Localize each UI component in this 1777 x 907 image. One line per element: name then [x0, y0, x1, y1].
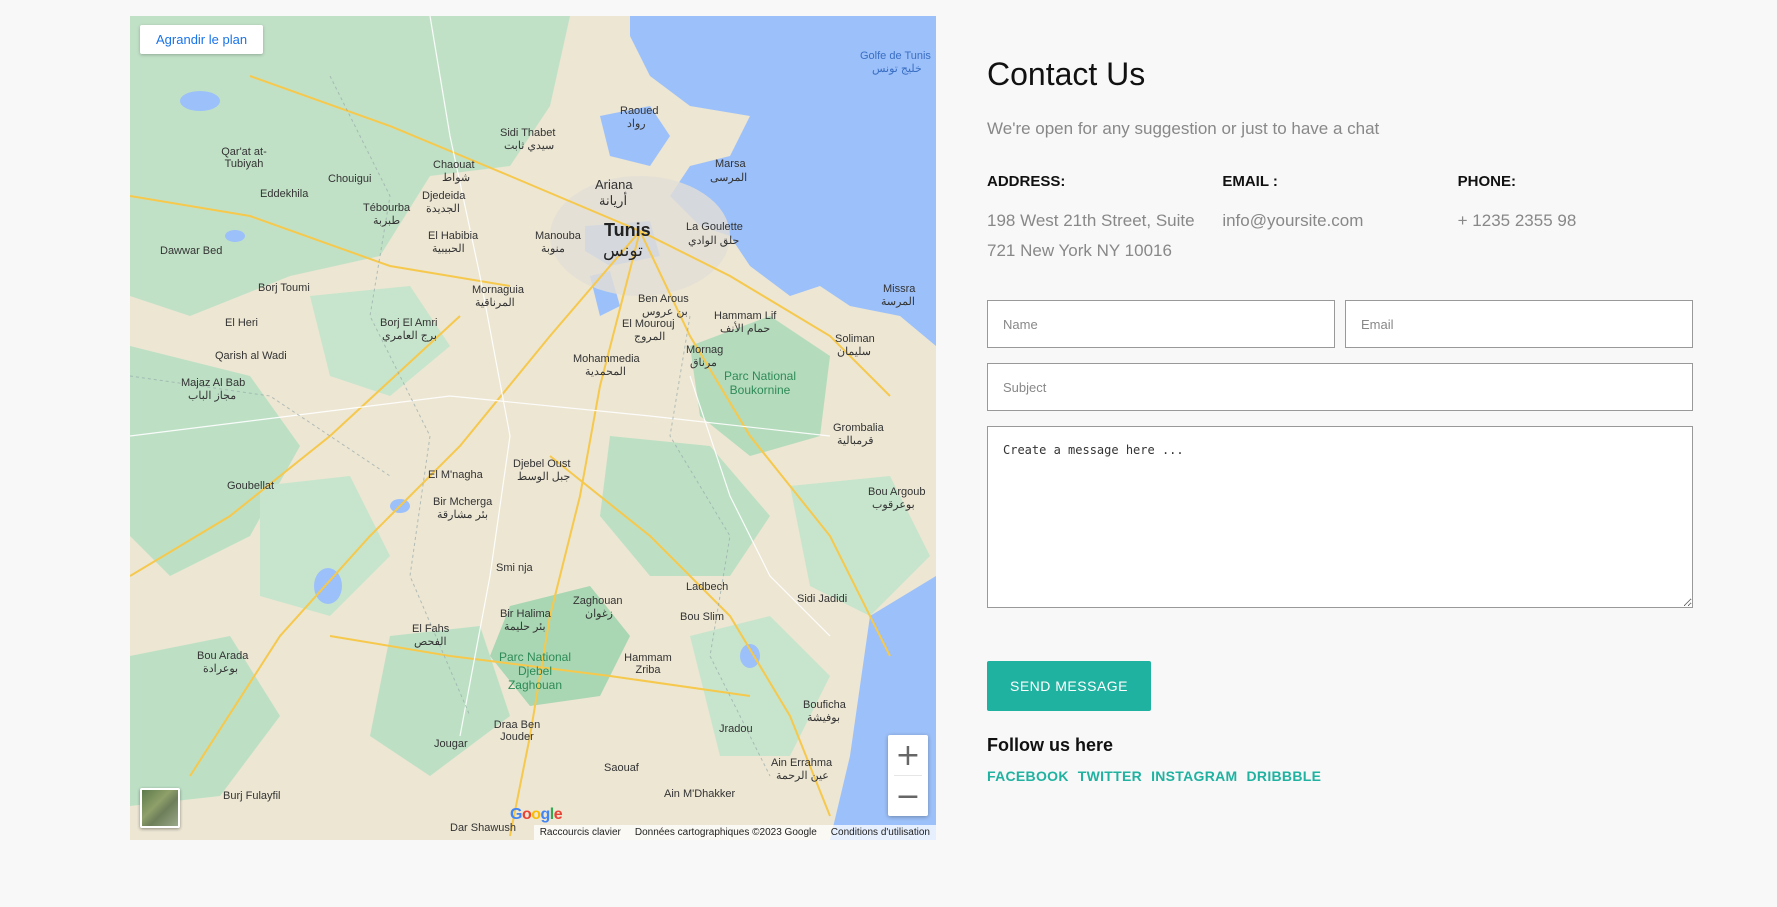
facebook-link[interactable]: FACEBOOK — [987, 768, 1069, 784]
page-title: Contact Us — [987, 56, 1146, 92]
email-value: info@yoursite.com — [1222, 211, 1364, 230]
subject-input[interactable] — [987, 363, 1693, 411]
zoom-control[interactable]: + − — [888, 735, 928, 816]
dribbble-link[interactable]: DRIBBBLE — [1247, 768, 1322, 784]
address-value: 198 West 21th Street, Suite 721 New York… — [987, 211, 1195, 260]
keyboard-shortcuts-link[interactable]: Raccourcis clavier — [540, 827, 621, 838]
email-input[interactable] — [1345, 300, 1693, 348]
page-subtitle: We're open for any suggestion or just to… — [987, 119, 1380, 138]
contact-section: Contact Us We're open for any suggestion… — [987, 56, 1693, 784]
enlarge-map-button[interactable]: Agrandir le plan — [140, 25, 264, 54]
name-input[interactable] — [987, 300, 1335, 348]
email-block: EMAIL : info@yoursite.com — [1222, 173, 1457, 266]
email-label: EMAIL : — [1222, 173, 1278, 190]
map-attribution: Raccourcis clavier Données cartographiqu… — [533, 825, 936, 840]
address-label: ADDRESS: — [987, 173, 1066, 190]
message-textarea[interactable] — [987, 426, 1693, 608]
satellite-toggle[interactable] — [140, 788, 180, 828]
terms-link[interactable]: Conditions d'utilisation — [831, 827, 930, 838]
address-block: ADDRESS: 198 West 21th Street, Suite 721… — [987, 173, 1222, 266]
twitter-link[interactable]: TWITTER — [1078, 768, 1142, 784]
name-email-row — [987, 266, 1693, 348]
embedded-map[interactable]: Tunis تونس Ariana أريانة Raoued رواد Mar… — [130, 16, 936, 840]
zoom-in-button[interactable]: + — [888, 735, 928, 775]
contact-info: ADDRESS: 198 West 21th Street, Suite 721… — [987, 173, 1693, 266]
map-data-text: Données cartographiques ©2023 Google — [634, 827, 817, 838]
map-canvas[interactable] — [130, 16, 936, 840]
send-message-button[interactable]: SEND MESSAGE — [987, 661, 1151, 711]
follow-heading: Follow us here — [987, 735, 1114, 755]
zoom-out-button[interactable]: − — [888, 776, 928, 816]
phone-block: PHONE: + 1235 2355 98 — [1458, 173, 1693, 266]
phone-label: PHONE: — [1457, 173, 1516, 190]
social-links: FACEBOOK TWITTER INSTAGRAM DRIBBBLE — [987, 768, 1693, 784]
instagram-link[interactable]: INSTAGRAM — [1151, 768, 1237, 784]
phone-value: + 1235 2355 98 — [1457, 211, 1577, 230]
google-logo: Google — [510, 806, 563, 823]
